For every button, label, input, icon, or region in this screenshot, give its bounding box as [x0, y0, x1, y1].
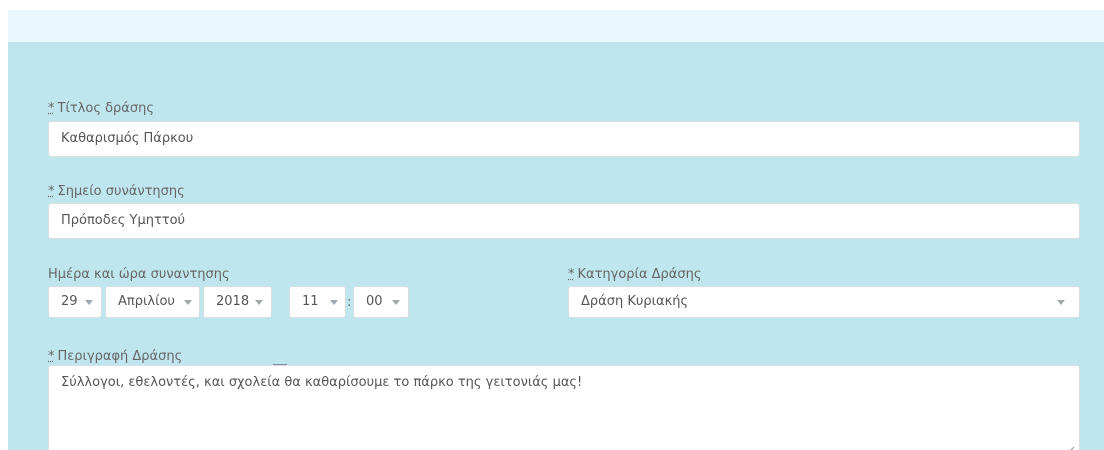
required-mark: * [48, 349, 55, 364]
datetime-label-text: Ημέρα και ώρα συναντησης [48, 267, 230, 282]
time-separator: : [347, 295, 352, 310]
meeting-point-input[interactable]: Πρόποδες Υμηττού [48, 203, 1080, 239]
required-mark: * [48, 184, 55, 199]
day-select[interactable]: 29 [48, 286, 102, 318]
minute-value: 00 [366, 294, 383, 309]
chevron-down-icon [184, 300, 192, 305]
category-label: * Κατηγορία Δράσης [568, 267, 701, 283]
meeting-point-value: Πρόποδες Υμηττού [61, 213, 186, 228]
category-value: Δράση Κυριακής [581, 294, 689, 309]
chevron-down-icon [392, 300, 400, 305]
meeting-point-label-text: Σημείο συνάντησης [57, 184, 185, 199]
chevron-down-icon [1057, 300, 1065, 305]
required-mark: * [568, 267, 575, 282]
action-form: * Τίτλος δράσης Καθαρισμός Πάρκου * Σημείο… [8, 42, 1104, 450]
top-strip [8, 10, 1104, 42]
category-select[interactable]: Δράση Κυριακής [568, 286, 1080, 318]
title-value: Καθαρισμός Πάρκου [61, 131, 194, 146]
year-value: 2018 [216, 294, 250, 309]
hour-select[interactable]: 11 [289, 286, 346, 318]
description-textarea[interactable]: Σύλλογοι, εθελοντές, και σχολεία θα καθα… [48, 365, 1080, 450]
description-label: * Περιγραφή Δράσης [48, 349, 182, 365]
hour-value: 11 [302, 294, 319, 309]
meeting-point-label: * Σημείο συνάντησης [48, 184, 185, 200]
title-label: * Τίτλος δράσης [48, 101, 154, 117]
datetime-label: Ημέρα και ώρα συναντησης [48, 267, 230, 283]
chevron-down-icon [255, 300, 263, 305]
chevron-down-icon [330, 300, 338, 305]
description-value: Σύλλογοι, εθελοντές, και σχολεία θα καθα… [61, 375, 583, 390]
category-label-text: Κατηγορία Δράσης [577, 267, 702, 282]
title-label-text: Τίτλος δράσης [57, 101, 154, 116]
action-form-page: * Τίτλος δράσης Καθαρισμός Πάρκου * Σημείο… [8, 10, 1104, 450]
title-input[interactable]: Καθαρισμός Πάρκου [48, 121, 1080, 157]
month-value: Απριλίου [118, 294, 175, 309]
resize-icon[interactable] [1065, 446, 1075, 450]
description-label-text: Περιγραφή Δράσης [57, 349, 183, 364]
month-select[interactable]: Απριλίου [105, 286, 200, 318]
day-value: 29 [61, 294, 78, 309]
required-mark: * [48, 101, 55, 116]
chevron-down-icon [85, 300, 93, 305]
minute-select[interactable]: 00 [353, 286, 409, 318]
year-select[interactable]: 2018 [203, 286, 272, 318]
